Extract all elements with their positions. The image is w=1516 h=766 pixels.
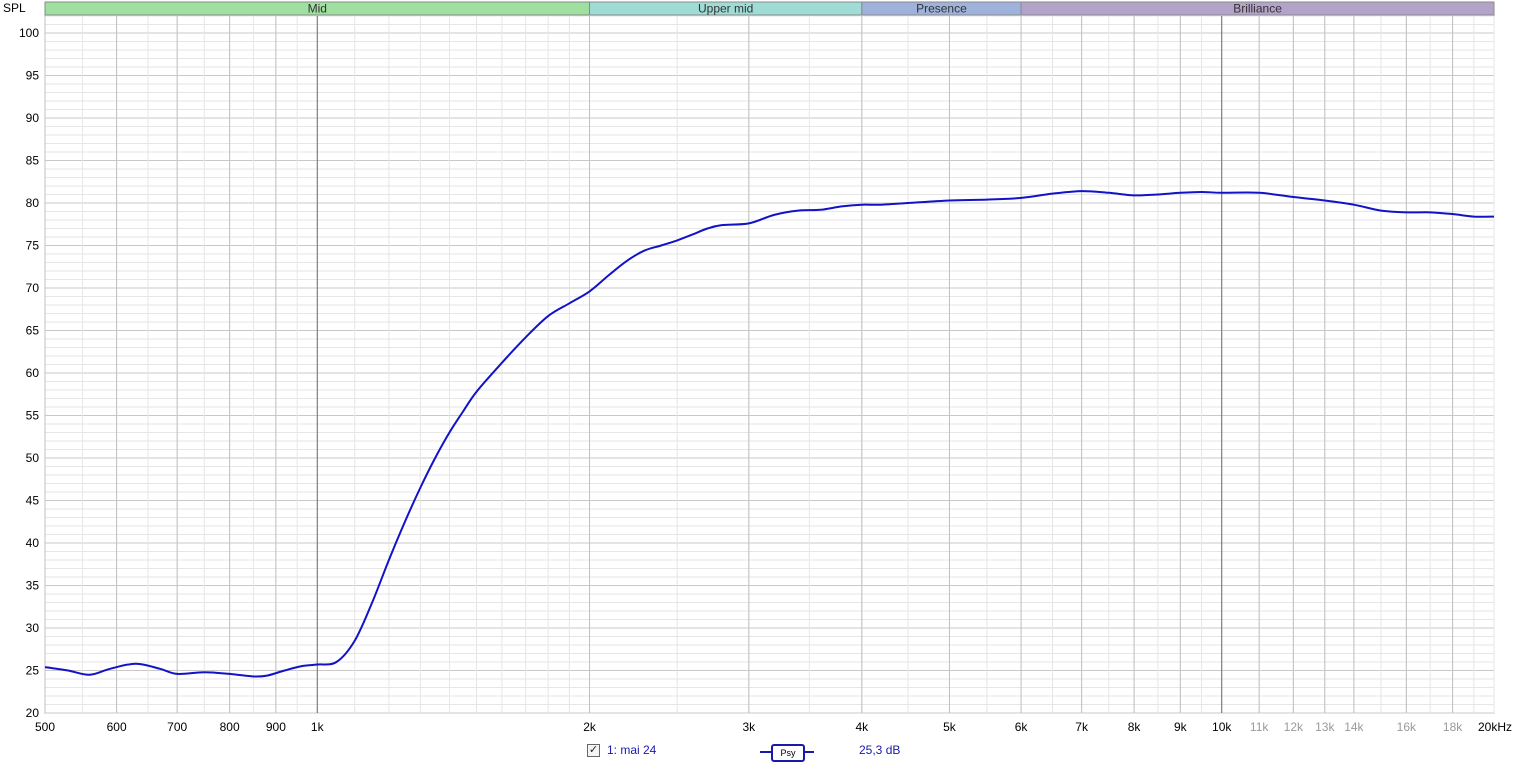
y-tick-label: 50: [26, 451, 40, 465]
x-tick-label: 9k: [1174, 720, 1188, 734]
series-legend-label[interactable]: 1: mai 24: [607, 743, 656, 757]
y-tick-label: 20: [26, 706, 40, 720]
series-visibility-checkbox[interactable]: ✓: [587, 744, 600, 757]
band-label-2: Presence: [916, 2, 967, 16]
x-tick-label: 7k: [1075, 720, 1089, 734]
x-tick-label: 4k: [855, 720, 869, 734]
x-tick-label: 6k: [1015, 720, 1029, 734]
y-tick-label: 55: [26, 409, 40, 423]
y-tick-label: 60: [26, 366, 40, 380]
x-tick-label: 3k: [742, 720, 756, 734]
y-tick-label: 70: [26, 281, 40, 295]
x-tick-label-minor: 14k: [1344, 720, 1364, 734]
y-axis-label: SPL: [3, 1, 26, 15]
y-tick-label: 35: [26, 579, 40, 593]
x-tick-label-minor: 13k: [1315, 720, 1335, 734]
y-tick-label: 45: [26, 494, 40, 508]
x-tick-label: 10k: [1212, 720, 1232, 734]
band-label-1: Upper mid: [698, 2, 753, 16]
y-tick-label: 95: [26, 69, 40, 83]
y-tick-label: 25: [26, 664, 40, 678]
frequency-response-chart: Mid Upper mid Presence Brilliance 20 25 30 35 4…: [3, 1, 1512, 734]
x-tick-label: 900: [266, 720, 286, 734]
smoothing-label: Psy: [771, 744, 805, 762]
y-tick-label: 90: [26, 111, 40, 125]
x-tick-label: 5k: [943, 720, 957, 734]
x-tick-label-end: 20kHz: [1478, 720, 1512, 734]
y-tick-label: 65: [26, 324, 40, 338]
band-label-0: Mid: [308, 2, 327, 16]
x-tick-label: 700: [167, 720, 187, 734]
y-tick-label: 75: [26, 239, 40, 253]
x-tick-label: 800: [220, 720, 240, 734]
x-tick-label-minor: 16k: [1397, 720, 1417, 734]
y-tick-label: 40: [26, 536, 40, 550]
x-tick-label-minor: 12k: [1284, 720, 1304, 734]
x-tick-label-minor: 11k: [1250, 720, 1269, 734]
x-tick-label: 500: [35, 720, 55, 734]
x-tick-label: 600: [107, 720, 127, 734]
x-tick-label: 1k: [311, 720, 325, 734]
y-tick-label: 85: [26, 154, 40, 168]
y-tick-label: 80: [26, 196, 40, 210]
y-tick-label: 30: [26, 621, 40, 635]
x-tick-label: 2k: [583, 720, 597, 734]
smoothing-indicator[interactable]: Psy: [760, 743, 814, 762]
x-tick-label: 8k: [1128, 720, 1142, 734]
offset-value: 25,3 dB: [859, 743, 901, 757]
x-tick-label-minor: 18k: [1443, 720, 1463, 734]
band-label-3: Brilliance: [1233, 2, 1282, 16]
y-tick-label: 100: [19, 26, 39, 40]
